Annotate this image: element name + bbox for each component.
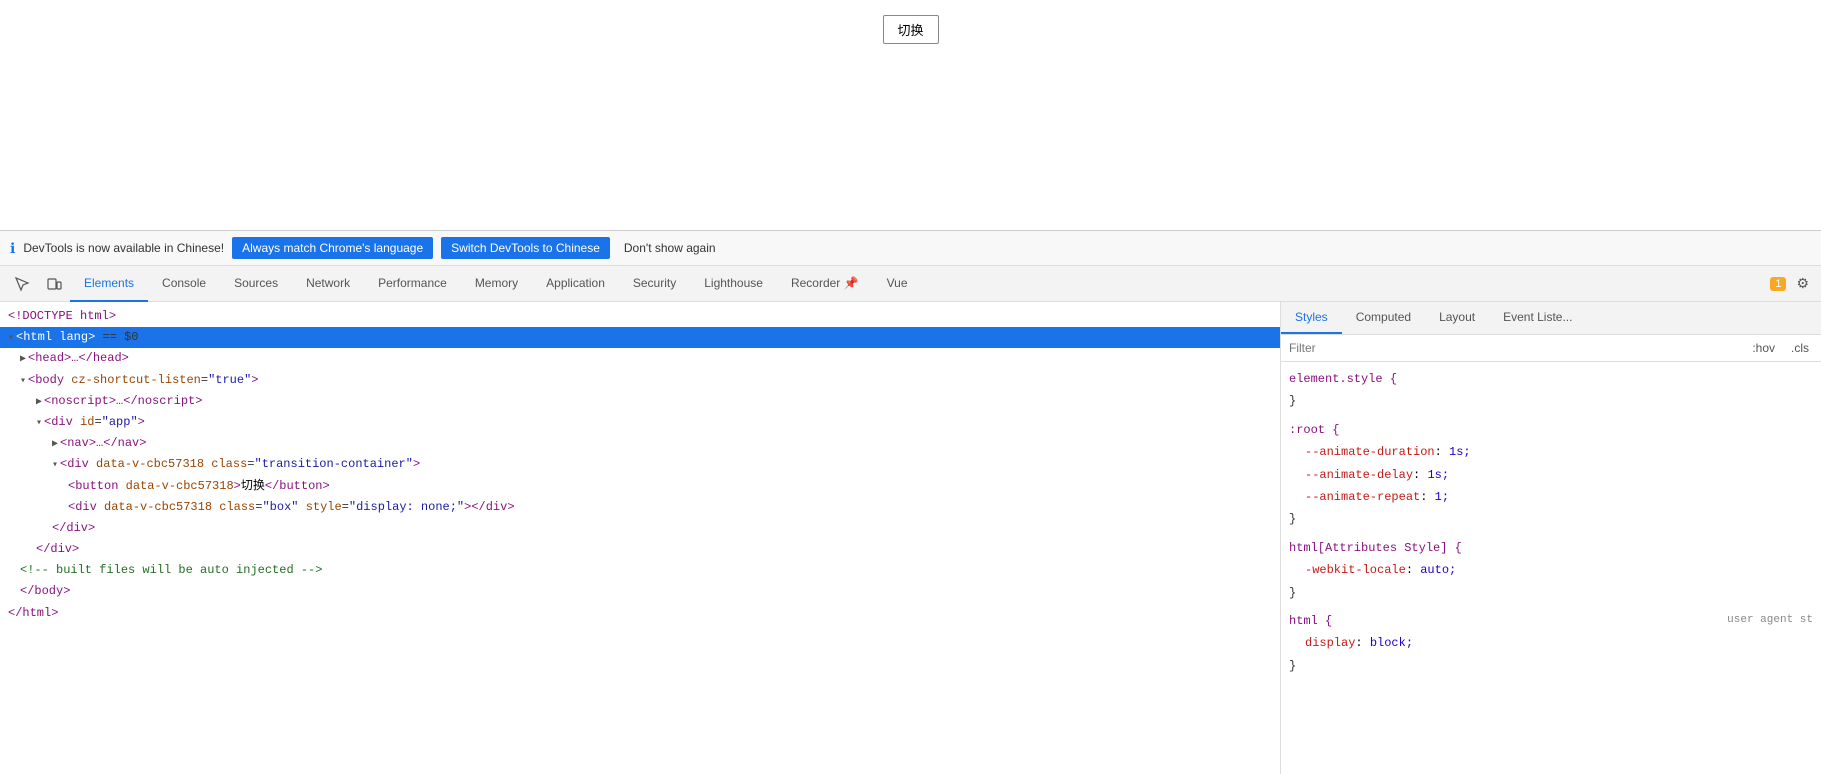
css-source: user agent st xyxy=(1727,611,1813,631)
tab-sources[interactable]: Sources xyxy=(220,266,292,302)
tab-lighthouse[interactable]: Lighthouse xyxy=(690,266,777,302)
tab-security[interactable]: Security xyxy=(619,266,690,302)
html-line-close-div1: </div> xyxy=(0,518,1280,539)
html-line-comment: <!-- built files will be auto injected -… xyxy=(0,560,1280,581)
notification-bar: ℹ DevTools is now available in Chinese! … xyxy=(0,231,1821,266)
tab-elements[interactable]: Elements xyxy=(70,266,148,302)
tab-computed[interactable]: Computed xyxy=(1342,302,1425,334)
always-match-button[interactable]: Always match Chrome's language xyxy=(232,237,433,259)
page-area: 切换 xyxy=(0,0,1821,230)
html-line-div-app[interactable]: ▾<div id="app"> xyxy=(0,412,1280,433)
notification-badge: 1 xyxy=(1770,277,1786,291)
filter-cls[interactable]: .cls xyxy=(1787,339,1813,357)
tab-styles[interactable]: Styles xyxy=(1281,302,1342,334)
filter-row: :hov .cls xyxy=(1281,335,1821,362)
html-line-button[interactable]: <button data-v-cbc57318>切换</button> xyxy=(0,476,1280,497)
dont-show-button[interactable]: Don't show again xyxy=(618,237,722,259)
html-line-div-box[interactable]: <div data-v-cbc57318 class="box" style="… xyxy=(0,497,1280,518)
switch-button[interactable]: 切换 xyxy=(882,15,938,44)
tab-layout[interactable]: Layout xyxy=(1425,302,1489,334)
styles-content[interactable]: element.style { } :root { --animate-dura… xyxy=(1281,362,1821,774)
html-line-head[interactable]: ▶<head>…</head> xyxy=(0,348,1280,369)
right-panel: Styles Computed Layout Event Liste... :h… xyxy=(1281,302,1821,774)
filter-input[interactable] xyxy=(1289,341,1740,355)
device-toolbar-button[interactable] xyxy=(38,270,70,298)
tab-recorder[interactable]: Recorder 📌 xyxy=(777,266,873,302)
expand-icon[interactable]: ▾ xyxy=(36,418,42,429)
notification-message: DevTools is now available in Chinese! xyxy=(23,241,224,255)
filter-hov[interactable]: :hov xyxy=(1748,339,1779,357)
devtools-tabs: Elements Console Sources Network Perform… xyxy=(0,266,1821,302)
html-line-close-div2: </div> xyxy=(0,539,1280,560)
html-line-noscript[interactable]: ▶<noscript>…</noscript> xyxy=(0,391,1280,412)
html-line-doctype: <!DOCTYPE html> xyxy=(0,306,1280,327)
html-line-div-transition[interactable]: ▾<div data-v-cbc57318 class="transition-… xyxy=(0,454,1280,475)
expand-icon[interactable]: ▾ xyxy=(52,460,58,471)
tab-application[interactable]: Application xyxy=(532,266,619,302)
info-icon: ℹ xyxy=(10,240,15,257)
expand-icon[interactable]: ▶ xyxy=(36,397,42,408)
css-block-html-attributes: html[Attributes Style] { -webkit-locale:… xyxy=(1289,537,1813,604)
settings-button[interactable]: ⚙ xyxy=(1790,271,1815,296)
expand-icon[interactable]: ▾ xyxy=(8,333,14,344)
html-line-body[interactable]: ▾<body cz-shortcut-listen="true"> xyxy=(0,370,1280,391)
styles-tabs: Styles Computed Layout Event Liste... xyxy=(1281,302,1821,335)
tab-memory[interactable]: Memory xyxy=(461,266,532,302)
css-block-root: :root { --animate-duration: 1s; --animat… xyxy=(1289,419,1813,531)
tab-event-listeners[interactable]: Event Liste... xyxy=(1489,302,1586,334)
tab-network[interactable]: Network xyxy=(292,266,364,302)
expand-icon[interactable]: ▶ xyxy=(52,439,58,450)
css-block-element-style: element.style { } xyxy=(1289,368,1813,413)
tab-console[interactable]: Console xyxy=(148,266,220,302)
html-line-html[interactable]: ▾<html lang> == $0 xyxy=(0,327,1280,348)
tab-vue[interactable]: Vue xyxy=(873,266,922,302)
inspect-element-button[interactable] xyxy=(6,270,38,298)
html-line-close-body: </body> xyxy=(0,581,1280,602)
expand-icon[interactable]: ▾ xyxy=(20,376,26,387)
tab-performance[interactable]: Performance xyxy=(364,266,461,302)
expand-icon[interactable]: ▶ xyxy=(20,354,26,365)
html-line-nav[interactable]: ▶<nav>…</nav> xyxy=(0,433,1280,454)
css-block-html: html { user agent st display: block; } xyxy=(1289,610,1813,677)
html-line-close-html: </html> xyxy=(0,603,1280,624)
elements-panel[interactable]: <!DOCTYPE html> ▾<html lang> == $0 ▶<hea… xyxy=(0,302,1281,774)
main-area: <!DOCTYPE html> ▾<html lang> == $0 ▶<hea… xyxy=(0,302,1821,774)
devtools-panel: ℹ DevTools is now available in Chinese! … xyxy=(0,230,1821,774)
switch-devtools-button[interactable]: Switch DevTools to Chinese xyxy=(441,237,610,259)
